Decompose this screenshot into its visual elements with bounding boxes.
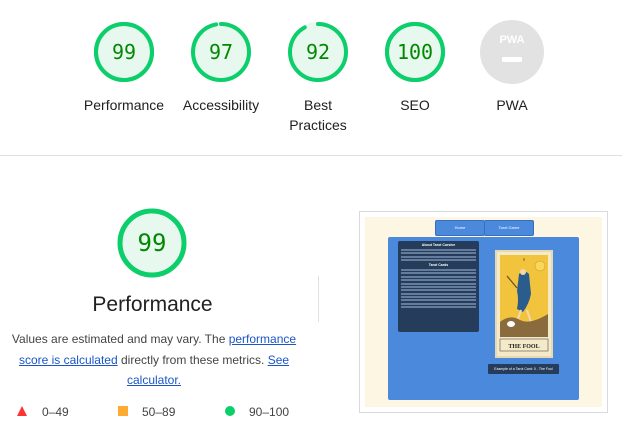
screenshot-nav-home: Home bbox=[435, 220, 485, 236]
best-practices-gauge[interactable]: 92 bbox=[286, 20, 350, 84]
performance-label[interactable]: Performance bbox=[74, 95, 174, 115]
pwa-badge[interactable]: PWA bbox=[480, 20, 544, 84]
performance-gauge[interactable]: 99 bbox=[92, 20, 156, 84]
best-practices-label[interactable]: Best Practices bbox=[268, 95, 368, 135]
screenshot-tarot-card-image: 0 THE FOOL bbox=[495, 250, 553, 358]
seo-score: 100 bbox=[396, 40, 434, 64]
average-square-icon bbox=[118, 406, 128, 416]
best-practices-score: 92 bbox=[305, 40, 331, 64]
vertical-divider bbox=[318, 276, 319, 322]
description-text-2: directly from these metrics. bbox=[117, 352, 268, 367]
legend-pass-range: 90–100 bbox=[249, 405, 290, 419]
screenshot-text-box: About Tarot Cursive Tarot Cards bbox=[398, 241, 479, 332]
fail-triangle-icon bbox=[17, 406, 27, 416]
pwa-badge-icon: PWA bbox=[480, 20, 544, 84]
section-divider bbox=[0, 155, 622, 156]
performance-main-score: 99 bbox=[137, 229, 167, 257]
pwa-label[interactable]: PWA bbox=[462, 95, 562, 115]
performance-main-gauge: 99 bbox=[116, 207, 188, 279]
seo-label[interactable]: SEO bbox=[365, 95, 465, 115]
performance-title: Performance bbox=[92, 293, 213, 316]
pwa-badge-text: PWA bbox=[499, 34, 524, 46]
screenshot-content-panel: About Tarot Cursive Tarot Cards 0 THE FO… bbox=[388, 237, 579, 400]
accessibility-score: 97 bbox=[208, 40, 234, 64]
fool-card-illustration: 0 THE FOOL bbox=[497, 252, 551, 356]
screenshot-text-title: About Tarot Cursive bbox=[421, 243, 456, 247]
pass-circle-icon bbox=[225, 406, 235, 416]
accessibility-label[interactable]: Accessibility bbox=[171, 95, 271, 115]
final-screenshot[interactable]: Home Tarot Game About Tarot Cursive Taro… bbox=[359, 211, 608, 413]
screenshot-card-caption: Example of a Tarot Card: 0 - The Fool bbox=[488, 364, 559, 374]
accessibility-gauge[interactable]: 97 bbox=[189, 20, 253, 84]
screenshot-page: Home Tarot Game About Tarot Cursive Taro… bbox=[365, 217, 602, 407]
screenshot-nav-tarot: Tarot Game bbox=[484, 220, 534, 236]
performance-description: Values are estimated and may vary. The p… bbox=[4, 329, 304, 391]
card-number: 0 bbox=[523, 257, 525, 262]
best-practices-label-line1: Best bbox=[303, 97, 332, 113]
best-practices-label-line2: Practices bbox=[289, 117, 347, 133]
card-title: THE FOOL bbox=[508, 344, 539, 350]
seo-gauge[interactable]: 100 bbox=[383, 20, 447, 84]
performance-score: 99 bbox=[111, 40, 137, 64]
screenshot-text-subtitle: Tarot Cards bbox=[428, 263, 449, 268]
description-text-1: Values are estimated and may vary. The bbox=[11, 332, 229, 346]
legend-fail-range: 0–49 bbox=[42, 405, 69, 419]
legend-average-range: 50–89 bbox=[142, 405, 176, 419]
